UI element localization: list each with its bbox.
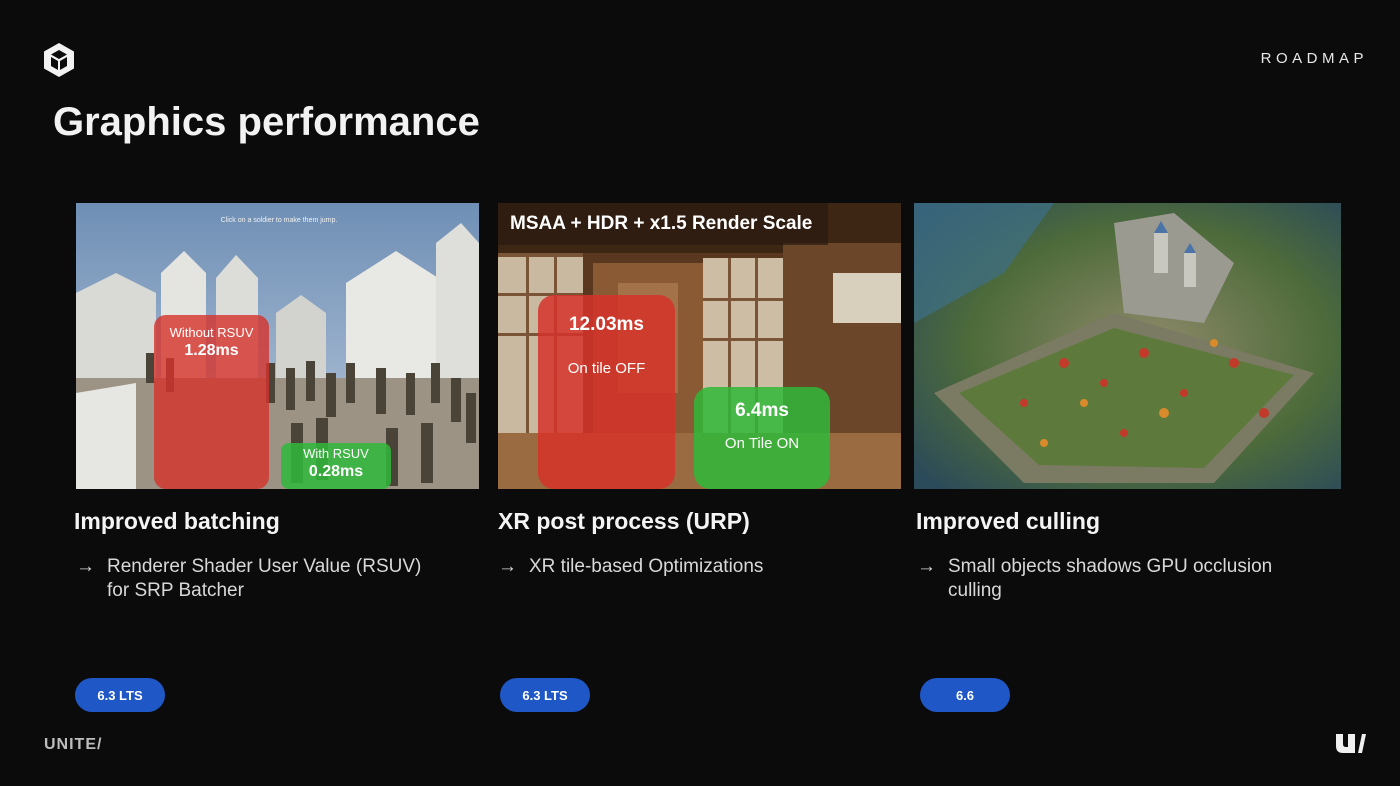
arrow-right-icon: → <box>498 556 517 577</box>
page-title: Graphics performance <box>53 100 480 144</box>
unite-wordmark: UNITE/ <box>44 736 103 753</box>
version-badge: 6.3 LTS <box>75 678 165 712</box>
card-title-xr: XR post process (URP) <box>498 508 750 534</box>
version-badge: 6.6 <box>920 678 1010 712</box>
unity-u-logo-icon <box>1336 734 1366 753</box>
green-bar-label: With RSUV <box>303 446 369 461</box>
bullet-line: Renderer Shader User Value (RSUV) <box>107 556 422 577</box>
red-bar-label: On tile OFF <box>567 360 646 377</box>
bullet-line: culling <box>948 580 1002 601</box>
scene-caption: Click on a soldier to make them jump. <box>220 217 338 224</box>
card-title-batching: Improved batching <box>74 508 280 534</box>
culling-screenshot <box>914 203 1341 489</box>
red-bar-label: Without RSUV <box>169 325 254 340</box>
card-title-culling: Improved culling <box>916 508 1101 534</box>
green-bar-value: 0.28ms <box>308 463 364 480</box>
bullet-line: XR tile-based Optimizations <box>529 556 764 577</box>
section-label: ROADMAP <box>1260 50 1368 67</box>
red-bar-value: 1.28ms <box>184 342 239 359</box>
bullet-xr: → XR tile-based Optimizations <box>498 555 763 579</box>
town-scene-image <box>76 203 479 489</box>
bullet-batching: → Renderer Shader User Value (RSUV) for … <box>76 555 421 603</box>
scene-heading: MSAA + HDR + x1.5 Render Scale <box>510 213 813 234</box>
xr-post-process-screenshot: MSAA + HDR + x1.5 Render Scale 12.03ms O… <box>498 203 901 489</box>
red-bar-value: 12.03ms <box>568 314 644 335</box>
arrow-right-icon: → <box>917 556 936 577</box>
green-bar-label: On Tile ON <box>724 435 800 452</box>
version-badge: 6.3 LTS <box>500 678 590 712</box>
unity-logo-icon <box>44 43 74 77</box>
bullet-line: Small objects shadows GPU occlusion <box>948 556 1273 577</box>
arrow-right-icon: → <box>76 556 95 577</box>
bullet-culling: → Small objects shadows GPU occlusion cu… <box>917 555 1272 603</box>
castle-scene-image <box>914 203 1341 489</box>
batching-screenshot: Click on a soldier to make them jump. Wi… <box>76 203 479 489</box>
bullet-line: for SRP Batcher <box>107 580 244 601</box>
green-bar-value: 6.4ms <box>735 400 789 421</box>
